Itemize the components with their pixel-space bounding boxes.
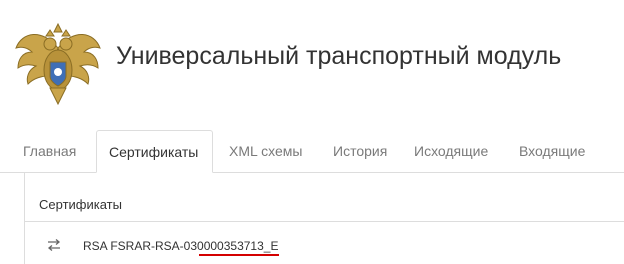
tab-home[interactable]: Главная <box>23 130 76 172</box>
certificate-row[interactable]: RSA FSRAR-RSA-030000353713_E <box>25 235 624 263</box>
panel-title: Сертификаты <box>39 197 122 212</box>
tab-history[interactable]: История <box>333 130 387 172</box>
tab-incoming[interactable]: Входящие <box>519 130 585 172</box>
main-tabs: Главная Сертификаты XML схемы История Ис… <box>0 130 624 173</box>
tab-xml-schemas[interactable]: XML схемы <box>229 130 302 172</box>
certificate-label[interactable]: RSA FSRAR-RSA-030000353713_E <box>83 239 278 253</box>
highlight-underline <box>199 254 279 256</box>
certificates-panel: Сертификаты RSA FSRAR-RSA-030000353713_E <box>24 173 624 264</box>
panel-divider <box>25 221 624 222</box>
tab-certificates[interactable]: Сертификаты <box>96 130 213 173</box>
app-title: Универсальный транспортный модуль <box>116 42 562 70</box>
emblem-logo-icon <box>15 22 101 106</box>
app-header: Универсальный транспортный модуль <box>0 0 624 128</box>
tab-outgoing[interactable]: Исходящие <box>414 130 488 172</box>
swap-arrows-icon <box>47 239 61 251</box>
